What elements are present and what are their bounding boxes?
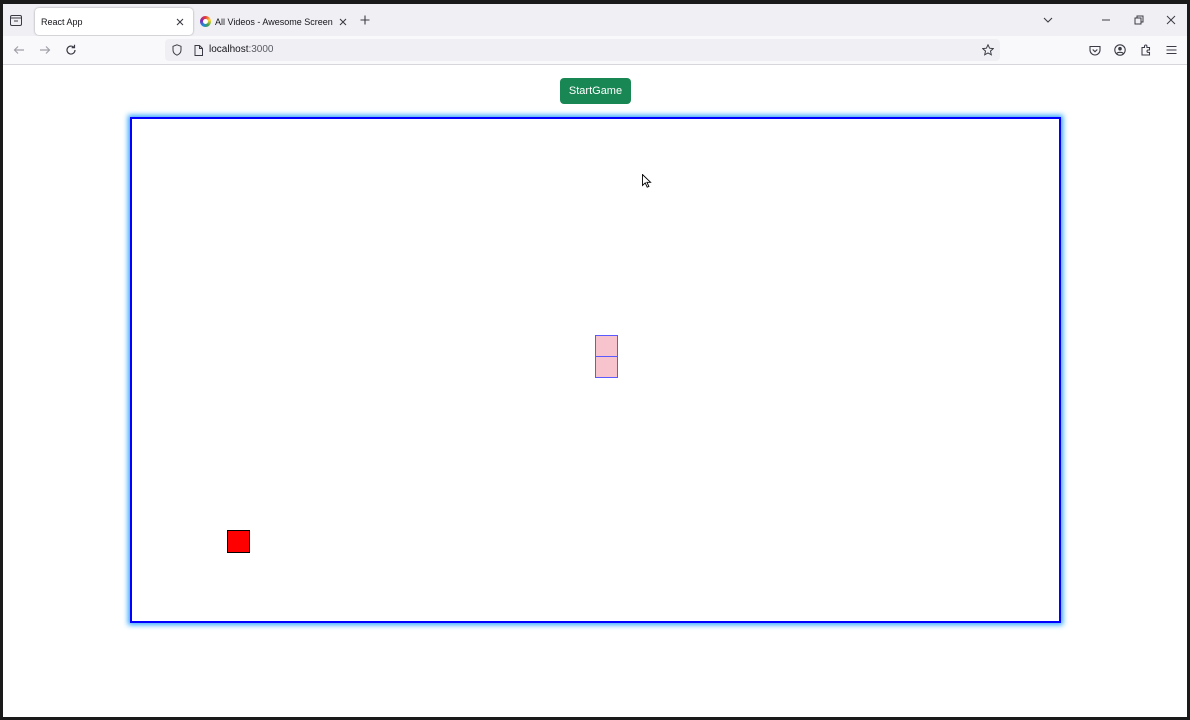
chevron-down-icon[interactable] <box>1042 14 1054 26</box>
close-window-icon[interactable] <box>1165 14 1177 26</box>
tab-all-videos[interactable]: All Videos - Awesome Screensh <box>197 8 347 35</box>
hamburger-menu-icon[interactable] <box>1164 43 1178 57</box>
tab-list-icon[interactable] <box>8 13 24 27</box>
tab-title: React App <box>41 16 83 27</box>
star-icon[interactable] <box>982 44 994 56</box>
start-game-button[interactable]: StartGame <box>560 78 631 104</box>
page-content: StartGame <box>3 65 1187 717</box>
url-bar[interactable]: localhost:3000 <box>165 39 1000 61</box>
snake-segment <box>595 335 618 357</box>
navigation-bar: localhost:3000 <box>3 36 1187 65</box>
restore-icon[interactable] <box>1133 14 1145 26</box>
back-arrow-icon[interactable] <box>12 43 26 57</box>
snake-segment <box>595 356 618 378</box>
plus-icon[interactable] <box>359 14 371 26</box>
tab-title: All Videos - Awesome Screensh <box>215 16 333 27</box>
game-board[interactable] <box>130 117 1061 623</box>
food-item <box>227 530 250 553</box>
url-port: :3000 <box>248 44 274 55</box>
url-host: localhost <box>209 44 249 55</box>
extensions-icon[interactable] <box>1139 43 1153 57</box>
account-icon[interactable] <box>1113 43 1127 57</box>
tab-strip: React App All Videos - Awesome Screensh <box>3 4 1187 36</box>
minimize-icon[interactable] <box>1100 14 1112 26</box>
close-tab-icon[interactable] <box>337 16 348 27</box>
tab-react-app[interactable]: React App <box>35 8 193 35</box>
reload-icon[interactable] <box>64 43 78 57</box>
mouse-cursor-icon <box>642 174 652 188</box>
url-text[interactable]: localhost:3000 <box>209 44 274 55</box>
close-tab-icon[interactable] <box>174 16 185 27</box>
shield-icon[interactable] <box>171 44 183 56</box>
pocket-icon[interactable] <box>1088 43 1102 57</box>
awesome-screenshot-favicon-icon <box>200 16 211 27</box>
forward-arrow-icon[interactable] <box>38 43 52 57</box>
page-icon[interactable] <box>192 44 204 56</box>
browser-window: React App All Videos - Awesome Screensh <box>3 4 1187 717</box>
